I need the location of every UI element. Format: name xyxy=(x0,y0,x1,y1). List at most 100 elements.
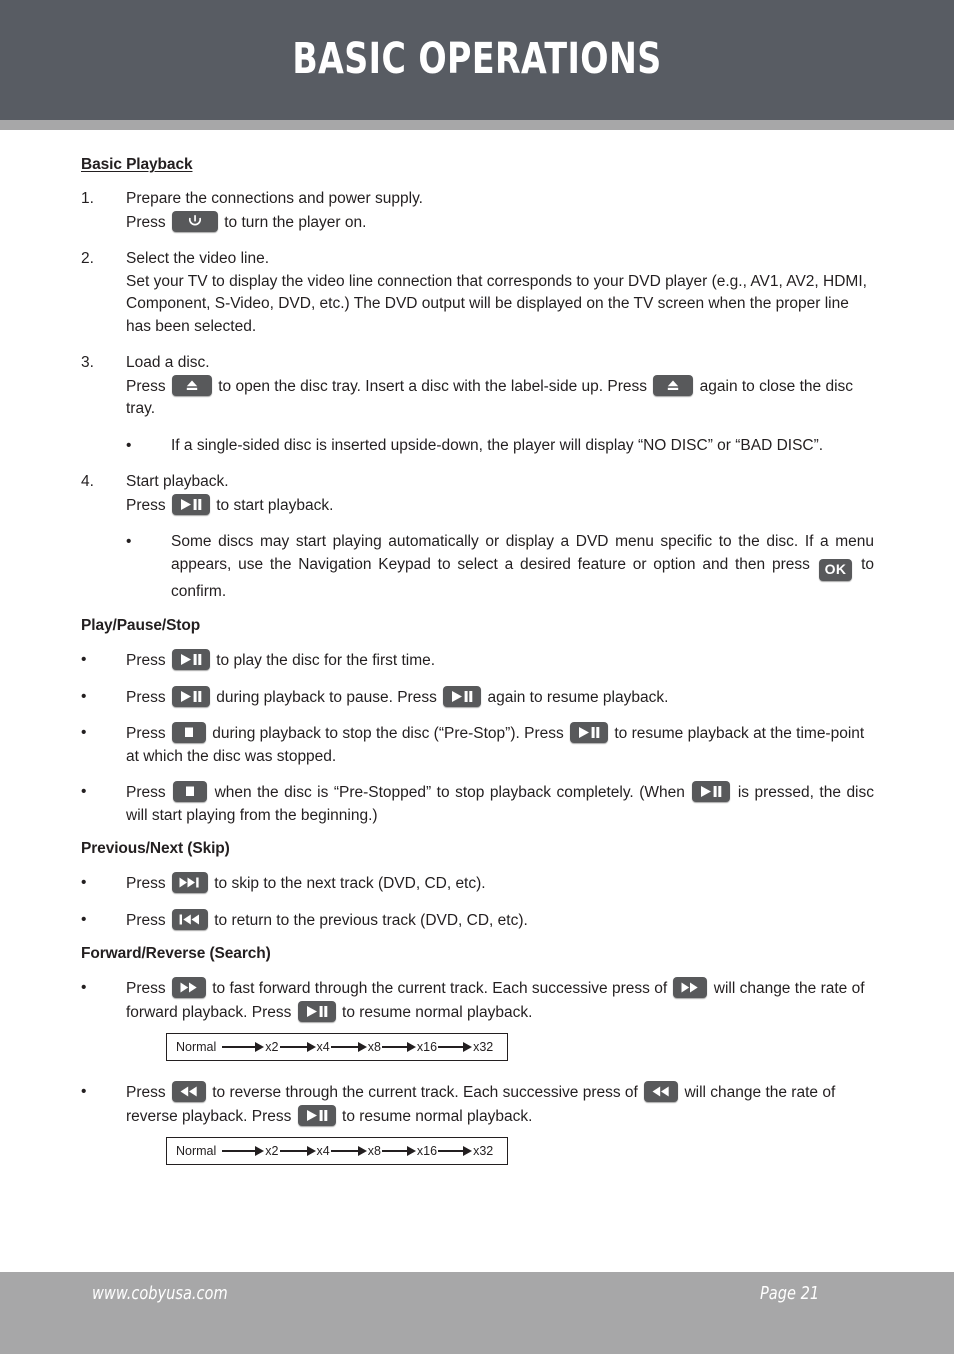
rate-arrow-icon xyxy=(222,1146,265,1156)
list-body: Press when the disc is “Pre-Stopped” to … xyxy=(126,781,874,827)
rate-arrow-icon xyxy=(330,1042,367,1052)
list-body: Start playback. Press to start playback. xyxy=(126,471,874,517)
bullet-text-pre: Press xyxy=(126,688,166,706)
skip-next-button-icon[interactable] xyxy=(171,872,208,893)
bullet-marker: • xyxy=(81,874,87,891)
page-title: BASIC OPERATIONS xyxy=(292,34,662,84)
footer-website[interactable]: www.cobyusa.com xyxy=(92,1283,228,1307)
rate-value: x2 xyxy=(265,1143,279,1158)
list-body: Select the video line. Set your TV to di… xyxy=(126,248,874,338)
bullet-text-mid: to play the disc for the first time. xyxy=(216,652,436,669)
rewind-button-icon[interactable] xyxy=(171,1081,206,1102)
section-heading-previous-next: Previous/Next (Skip) xyxy=(81,840,230,857)
play-pause-button-icon[interactable] xyxy=(171,649,210,670)
bullet-text-post: to resume normal playback. xyxy=(342,1003,533,1021)
rate-start-label: Normal xyxy=(176,1143,217,1158)
rate-value: x8 xyxy=(367,1143,381,1158)
eject-button-icon[interactable] xyxy=(171,374,212,396)
list-number: 1. xyxy=(81,190,94,207)
list-number: 4. xyxy=(81,473,94,490)
list-item: 4. Start playback. Press to start playba… xyxy=(81,471,874,517)
list-item: • Some discs may start playing automatic… xyxy=(81,531,874,603)
list-body: Press to skip to the next track (DVD, CD… xyxy=(126,872,874,896)
section-heading-basic-playback: Basic Playback xyxy=(81,156,193,173)
rate-value: x16 xyxy=(416,1039,438,1054)
list-number: 3. xyxy=(81,354,94,371)
bullet-marker: • xyxy=(81,910,87,928)
list-body: Press to fast forward through the curren… xyxy=(126,977,874,1061)
rate-arrow-icon xyxy=(381,1146,416,1156)
play-pause-button-icon[interactable] xyxy=(570,722,609,743)
list-item: • Press to skip to the next track (DVD, … xyxy=(81,872,874,896)
play-pause-button-icon[interactable] xyxy=(297,1104,336,1126)
eject-button-icon[interactable] xyxy=(653,374,694,396)
step-line-1: Start playback. xyxy=(126,473,229,490)
bullet-text-post: to return to the previous track (DVD, CD… xyxy=(214,911,528,929)
page-content: Basic Playback 1. Prepare the connection… xyxy=(81,156,874,1178)
list-item: • Press during playback to pause. Press … xyxy=(81,685,874,710)
list-body: Press during playback to pause. Press ag… xyxy=(126,685,874,710)
play-pause-button-icon[interactable] xyxy=(171,493,210,515)
rate-value: x4 xyxy=(316,1143,330,1158)
step-line-2-post: to turn the player on. xyxy=(224,213,367,231)
header-divider-rule xyxy=(0,120,954,130)
list-body: Press to play the disc for the first tim… xyxy=(126,649,874,673)
rate-value: x16 xyxy=(416,1143,438,1158)
rewind-button-icon[interactable] xyxy=(644,1081,679,1102)
step-line-2-mid: to open the disc tray. Insert a disc wit… xyxy=(218,377,648,395)
bullet-marker: • xyxy=(126,533,132,550)
bullet-text-mid: during playback to stop the disc (“Pre-S… xyxy=(212,725,564,742)
rate-arrow-icon xyxy=(438,1042,473,1052)
rate-arrow-icon xyxy=(222,1042,265,1052)
power-button-icon[interactable] xyxy=(171,210,218,232)
ok-button-icon[interactable]: OK xyxy=(818,558,853,581)
step-line-2-pre: Press xyxy=(126,377,166,395)
play-pause-button-icon[interactable] xyxy=(297,1000,336,1022)
bullet-marker: • xyxy=(81,651,87,668)
rate-arrow-icon xyxy=(330,1146,367,1156)
list-item: • Press to fast forward through the curr… xyxy=(81,977,874,1061)
bullet-text-pre: Press xyxy=(126,784,166,801)
rate-start-label: Normal xyxy=(176,1039,217,1054)
rate-value: x32 xyxy=(473,1039,494,1054)
rate-arrow-icon xyxy=(381,1042,416,1052)
skip-previous-button-icon[interactable] xyxy=(171,908,208,930)
bullet-marker: • xyxy=(81,724,87,741)
bullet-text-mid: to fast forward through the current trac… xyxy=(212,980,668,997)
rate-arrow-icon xyxy=(279,1042,316,1052)
stop-button-icon[interactable] xyxy=(171,722,206,743)
play-pause-button-icon[interactable] xyxy=(171,685,210,707)
list-item: 2. Select the video line. Set your TV to… xyxy=(81,248,874,338)
rate-value: x32 xyxy=(473,1143,494,1158)
fast-forward-button-icon[interactable] xyxy=(673,977,708,998)
list-item: • Press to play the disc for the first t… xyxy=(81,649,874,673)
play-pause-button-icon[interactable] xyxy=(443,685,482,707)
play-pause-button-icon[interactable] xyxy=(692,781,731,802)
reverse-rate-diagram: Normal x2 x4 x8 x16 x32 xyxy=(166,1137,508,1165)
rate-value: x4 xyxy=(316,1039,330,1054)
bullet-text-pre: Press xyxy=(126,1084,166,1101)
stop-button-icon[interactable] xyxy=(173,781,208,802)
step-line-1: Prepare the connections and power supply… xyxy=(126,190,423,207)
rate-arrow-icon xyxy=(438,1146,473,1156)
list-item: 3. Load a disc. Press to open the disc t… xyxy=(81,352,874,421)
list-item: • Press to reverse through the current t… xyxy=(81,1081,874,1165)
list-item: • Press when the disc is “Pre-Stopped” t… xyxy=(81,781,874,827)
list-body: Press to reverse through the current tra… xyxy=(126,1081,874,1165)
list-body: Load a disc. Press to open the disc tray… xyxy=(126,352,874,421)
forward-rate-diagram: Normal x2 x4 x8 x16 x32 xyxy=(166,1033,508,1061)
bullet-text-post: to resume normal playback. xyxy=(342,1107,533,1125)
bullet-marker: • xyxy=(81,687,87,705)
step-line-2-pre: Press xyxy=(126,213,166,231)
bullet-text-pre: Press xyxy=(126,911,166,929)
list-item: • If a single-sided disc is inserted ups… xyxy=(81,435,874,458)
rate-value: x8 xyxy=(367,1039,381,1054)
fast-forward-button-icon[interactable] xyxy=(171,977,206,998)
bullet-marker: • xyxy=(126,436,132,454)
step-line-1: Load a disc. xyxy=(126,354,210,371)
bullet-marker: • xyxy=(81,783,87,800)
bullet-text-mid: to reverse through the current track. Ea… xyxy=(212,1084,638,1101)
rate-arrow-icon xyxy=(279,1146,316,1156)
bullet-text-pre: Press xyxy=(126,980,166,997)
list-body: Press during playback to stop the disc (… xyxy=(126,722,874,768)
